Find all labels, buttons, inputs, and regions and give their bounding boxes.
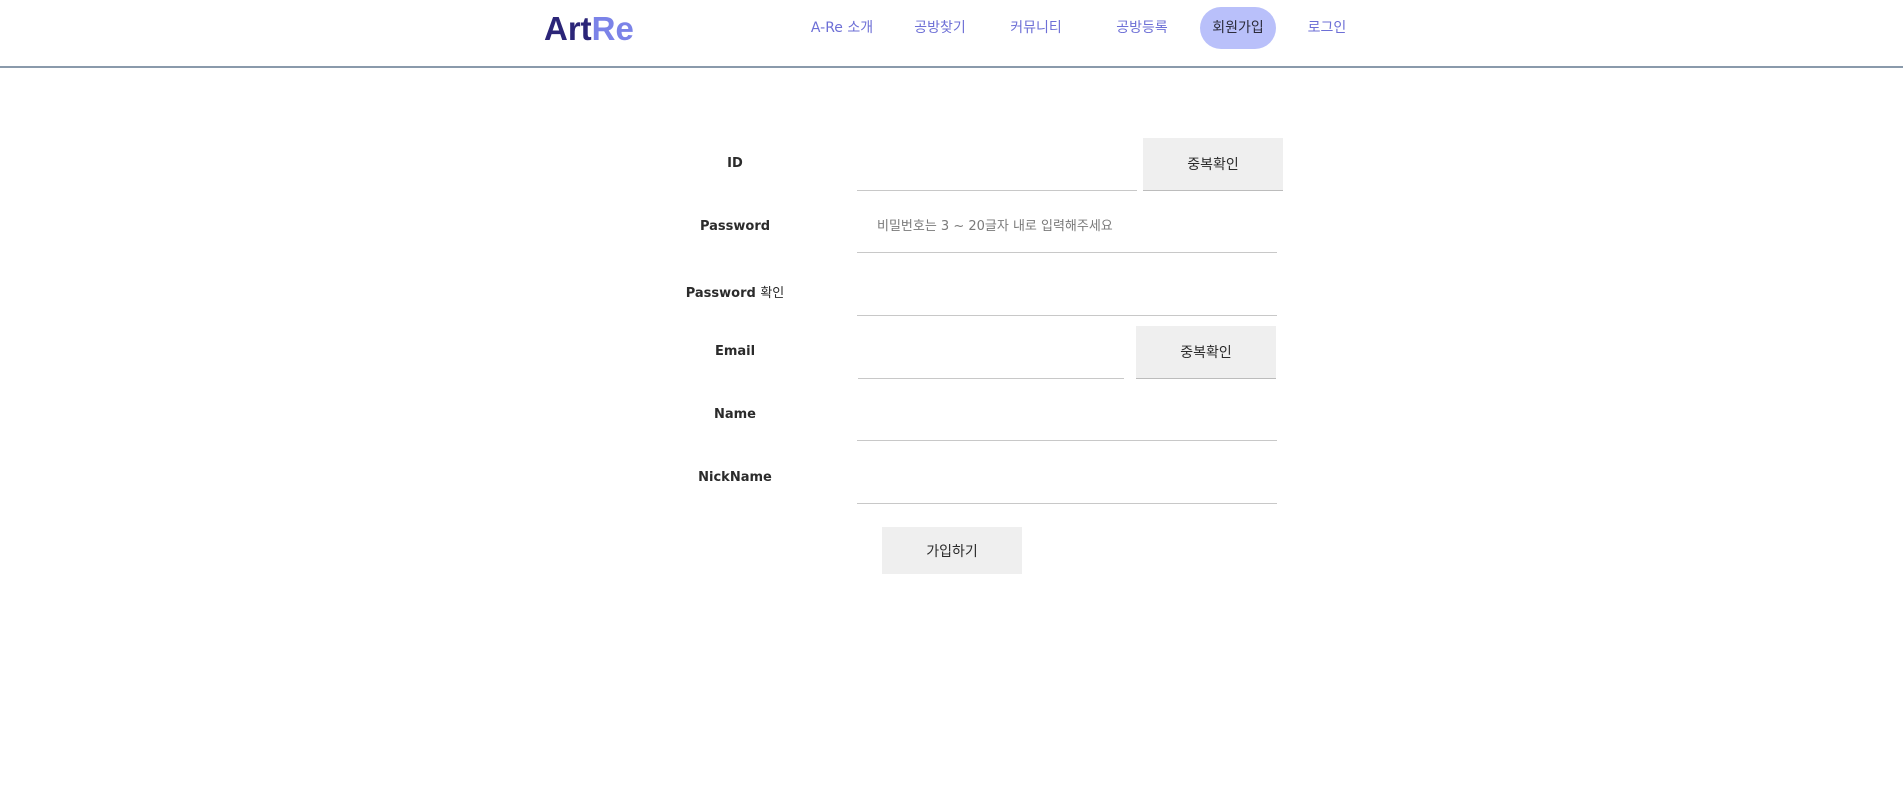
password-label: Password	[699, 219, 771, 234]
nav-community[interactable]: 커뮤니티	[1002, 7, 1070, 49]
password-input[interactable]	[857, 201, 1277, 253]
email-input[interactable]	[858, 327, 1124, 379]
id-duplicate-check-button[interactable]: 중복확인	[1143, 138, 1283, 191]
nickname-input[interactable]	[857, 452, 1277, 504]
nav-find-workshop[interactable]: 공방찾기	[906, 7, 974, 49]
site-header: ArtRe A-Re 소개 공방찾기 커뮤니티 공방등록 회원가입 로그인	[0, 0, 1903, 68]
password-confirm-label-ko: 확인	[760, 286, 785, 301]
nav-login[interactable]: 로그인	[1300, 7, 1354, 49]
name-input[interactable]	[857, 389, 1277, 441]
password-confirm-input[interactable]	[857, 264, 1277, 316]
id-input[interactable]	[857, 139, 1137, 191]
password-confirm-label: Password 확인	[655, 282, 815, 301]
email-label: Email	[714, 344, 756, 359]
logo-art-text: Art	[544, 10, 592, 47]
logo-re-text: Re	[591, 10, 634, 47]
nav-about[interactable]: A-Re 소개	[802, 7, 882, 49]
email-duplicate-check-button[interactable]: 중복확인	[1136, 326, 1276, 379]
nav-register-workshop[interactable]: 공방등록	[1108, 7, 1176, 49]
signup-submit-button[interactable]: 가입하기	[882, 527, 1022, 574]
nav-signup[interactable]: 회원가입	[1200, 7, 1276, 49]
nickname-label: NickName	[698, 470, 772, 485]
password-confirm-label-en: Password	[685, 286, 756, 301]
name-label: Name	[713, 407, 756, 422]
id-label: ID	[727, 156, 743, 171]
artre-logo[interactable]: ArtRe	[544, 8, 634, 50]
